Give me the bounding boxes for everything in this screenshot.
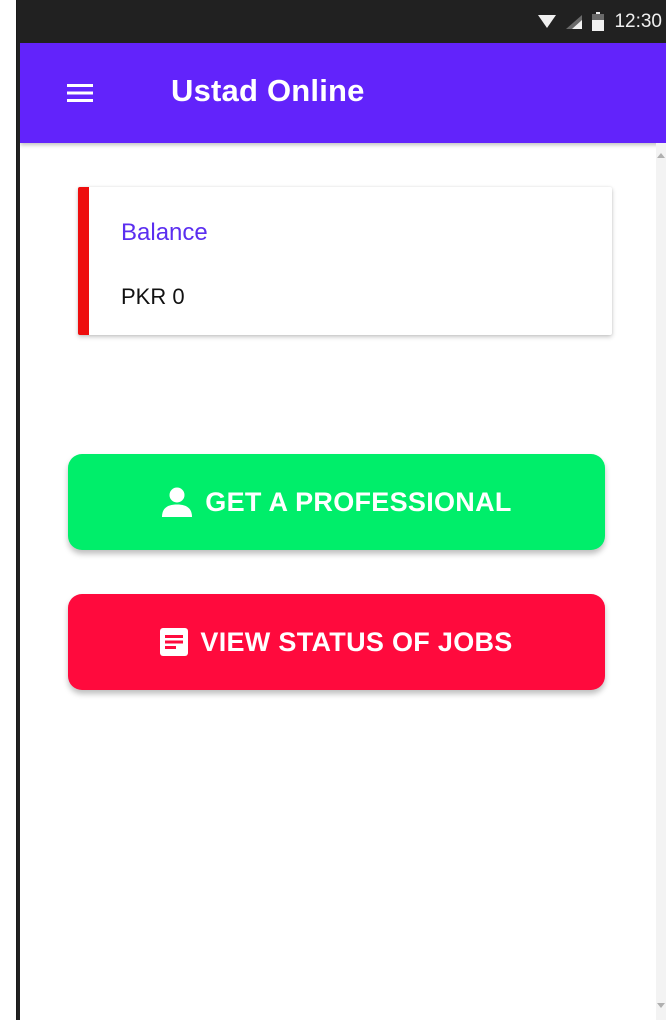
scroll-down-arrow-icon[interactable] xyxy=(657,1003,665,1008)
wifi-icon xyxy=(538,14,557,29)
person-icon xyxy=(161,487,193,517)
battery-icon xyxy=(592,12,605,31)
balance-value: PKR 0 xyxy=(121,284,185,309)
device-left-edge xyxy=(0,0,20,1020)
hamburger-menu-icon[interactable] xyxy=(58,71,102,115)
scrollbar[interactable] xyxy=(656,143,666,1020)
scroll-up-arrow-icon[interactable] xyxy=(657,153,665,158)
view-status-of-jobs-button[interactable]: VIEW STATUS OF JOBS xyxy=(68,594,605,690)
app-title: Ustad Online xyxy=(171,73,365,108)
document-list-icon xyxy=(160,628,189,656)
get-a-professional-label: GET A PROFESSIONAL xyxy=(205,486,512,517)
app-bar: Ustad Online xyxy=(20,43,666,143)
status-time: 12:30 xyxy=(614,10,662,32)
view-status-of-jobs-label: VIEW STATUS OF JOBS xyxy=(200,626,513,657)
status-bar: 12:30 xyxy=(20,0,666,43)
balance-label: Balance xyxy=(121,219,208,246)
signal-icon xyxy=(566,14,583,29)
app-screen: 12:30 Ustad Online Balance PKR 0 GET A P… xyxy=(20,0,666,1020)
get-a-professional-button[interactable]: GET A PROFESSIONAL xyxy=(68,454,605,550)
balance-card: Balance PKR 0 xyxy=(78,187,612,335)
